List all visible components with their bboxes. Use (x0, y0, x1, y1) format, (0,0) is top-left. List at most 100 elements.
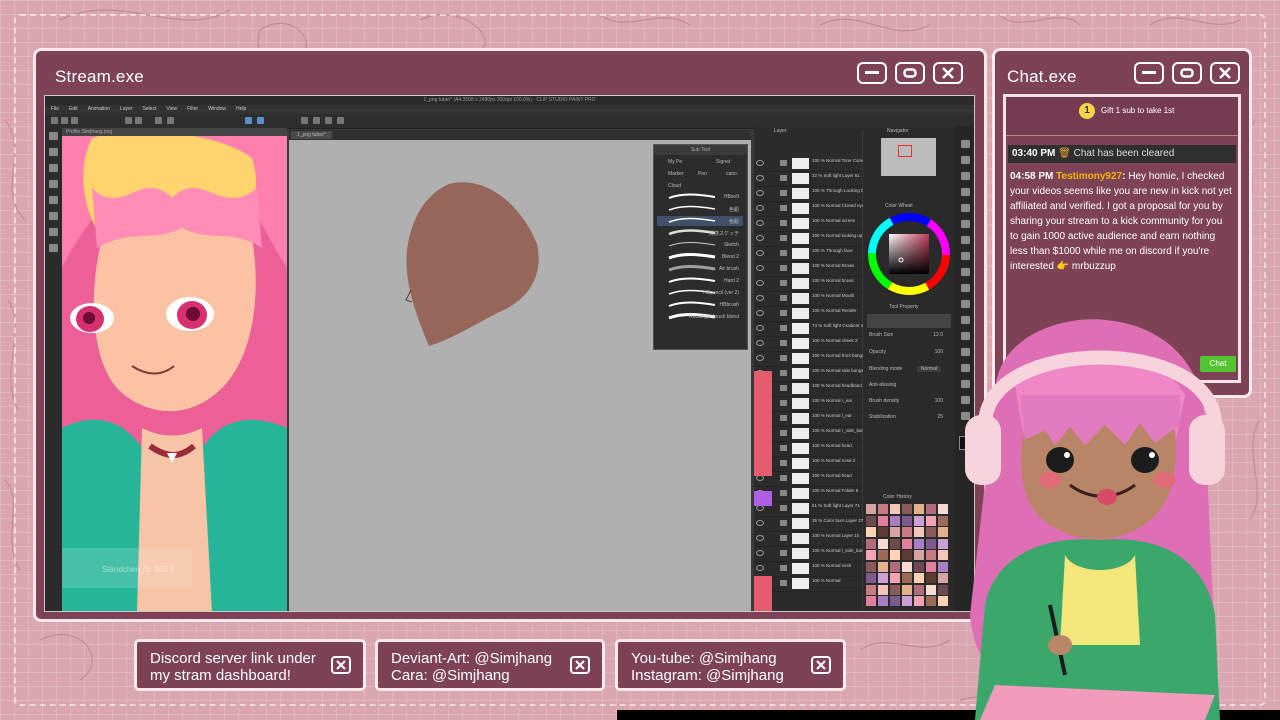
color-swatch[interactable] (926, 573, 936, 583)
color-swatch[interactable] (878, 596, 888, 606)
subview-tool-icon[interactable] (49, 148, 58, 156)
color-swatch[interactable] (890, 584, 900, 595)
transform-icon[interactable] (167, 117, 174, 124)
eye-icon[interactable] (756, 535, 764, 541)
grid-icon[interactable] (325, 117, 332, 124)
prop-brush-size[interactable]: Brush Size 12.0 (867, 332, 951, 344)
sub-tool-tab-signature[interactable]: Signat (716, 159, 730, 165)
gift-banner[interactable]: 1 Gift 1 sub to take 1st (1006, 97, 1238, 135)
layer-row[interactable]: 100 % Normal screen (754, 216, 862, 232)
brush-item[interactable]: Sketch (657, 240, 743, 250)
eye-icon[interactable] (756, 250, 764, 256)
color-swatch[interactable] (866, 561, 876, 572)
layer-row[interactable]: 100 % Through face (754, 246, 862, 262)
color-swatch[interactable] (890, 504, 900, 514)
color-swatch[interactable] (914, 573, 924, 583)
eyedropper-tool-icon[interactable] (961, 204, 970, 212)
color-swatch[interactable] (926, 584, 936, 595)
navigator-tool-icon[interactable] (49, 132, 58, 140)
prop-anti-aliasing[interactable]: Anti-aliasing (867, 382, 951, 394)
color-swatch[interactable] (866, 596, 876, 606)
layer-row[interactable]: 100 % Normal Brows (754, 261, 862, 277)
color-swatch[interactable] (902, 527, 912, 537)
material-tool-icon[interactable] (49, 244, 58, 252)
layer-row[interactable]: 100 % Normal Mouth (754, 291, 862, 307)
prop-brush-density[interactable]: Brush density 100 (867, 398, 951, 410)
color-swatch[interactable] (866, 573, 876, 583)
property-tool-icon[interactable] (49, 180, 58, 188)
color-swatch[interactable] (938, 538, 948, 549)
eye-icon[interactable] (756, 355, 764, 361)
layer-row[interactable]: 100 % Normal looking up (754, 231, 862, 247)
eye-icon[interactable] (756, 325, 764, 331)
eye-icon[interactable] (756, 520, 764, 526)
color-swatch[interactable] (926, 550, 936, 560)
chat-minimize-button[interactable] (1134, 62, 1164, 84)
eye-icon[interactable] (756, 310, 764, 316)
color-swatch[interactable] (902, 561, 912, 572)
open-icon[interactable] (61, 117, 68, 124)
sub-tool-tab-pen[interactable]: Pen (698, 171, 707, 177)
color-swatch[interactable] (902, 584, 912, 595)
prop-blending-mode[interactable]: Blending mode Normal (867, 366, 951, 378)
color-swatch[interactable] (866, 584, 876, 595)
eye-icon[interactable] (756, 265, 764, 271)
color-swatch[interactable] (914, 584, 924, 595)
brush-item[interactable]: 色鉛 (657, 216, 743, 226)
save-icon[interactable] (71, 117, 78, 124)
layer-row[interactable]: 100 % Normal cheek 2 (754, 336, 862, 352)
message-username[interactable]: Testimony927 (1056, 171, 1122, 182)
sub-tool-group-label[interactable]: Cloud (668, 183, 681, 189)
brush-item[interactable]: 色鉛 (657, 204, 743, 214)
color-swatch[interactable] (878, 584, 888, 595)
close-icon[interactable] (570, 656, 590, 674)
color-tool-icon[interactable] (49, 212, 58, 220)
color-swatch[interactable] (938, 596, 948, 606)
chat-maximize-button[interactable] (1172, 62, 1202, 84)
maximize-button[interactable] (895, 62, 925, 84)
brush-item[interactable]: Rectangle brush blend (657, 312, 743, 322)
color-swatch[interactable] (926, 538, 936, 549)
redo-icon[interactable] (135, 117, 142, 124)
layer-row[interactable]: 100 % Normal brows (754, 276, 862, 292)
color-swatch[interactable] (890, 527, 900, 537)
color-swatch[interactable] (866, 550, 876, 560)
menu-file[interactable]: File (51, 105, 59, 114)
layer-row[interactable]: 32 % Soft light Layer 51 (754, 171, 862, 187)
minimize-button[interactable] (857, 62, 887, 84)
color-swatch[interactable] (878, 550, 888, 560)
color-swatch[interactable] (890, 515, 900, 526)
brush-item[interactable]: Blend 2 (657, 252, 743, 262)
color-swatch[interactable] (902, 596, 912, 606)
menu-filter[interactable]: Filter (187, 105, 198, 114)
color-swatch[interactable] (890, 550, 900, 560)
color-swatch[interactable] (866, 515, 876, 526)
color-swatch[interactable] (902, 504, 912, 514)
ruler-icon[interactable] (313, 117, 320, 124)
color-swatch[interactable] (878, 527, 888, 537)
layer-row[interactable]: 74 % Soft light Gradient map (754, 321, 870, 337)
color-swatch[interactable] (938, 573, 948, 583)
color-swatch[interactable] (926, 561, 936, 572)
menu-edit[interactable]: Edit (69, 105, 78, 114)
lasso-tool-icon[interactable] (961, 188, 970, 196)
color-swatch[interactable] (878, 515, 888, 526)
eye-icon[interactable] (756, 550, 764, 556)
move-tool-icon[interactable] (961, 156, 970, 164)
color-swatch[interactable] (878, 561, 888, 572)
operation-tool-icon[interactable] (961, 172, 970, 180)
color-swatch[interactable] (890, 573, 900, 583)
color-swatch[interactable] (914, 550, 924, 560)
menu-window[interactable]: Window (208, 105, 226, 114)
eye-icon[interactable] (756, 220, 764, 226)
prop-stabilization[interactable]: Stabilization 25 (867, 414, 951, 426)
eye-icon[interactable] (756, 160, 764, 166)
color-swatch[interactable] (878, 504, 888, 514)
pen-tool-icon[interactable] (961, 220, 970, 228)
zoom-tool-icon[interactable] (961, 140, 970, 148)
layer-row[interactable]: 100 % Normal neck (754, 561, 862, 577)
guide-icon[interactable] (337, 117, 344, 124)
canvas-tab[interactable]: 1_png tuber* (291, 131, 332, 139)
color-swatch[interactable] (890, 596, 900, 606)
color-swatch[interactable] (914, 538, 924, 549)
